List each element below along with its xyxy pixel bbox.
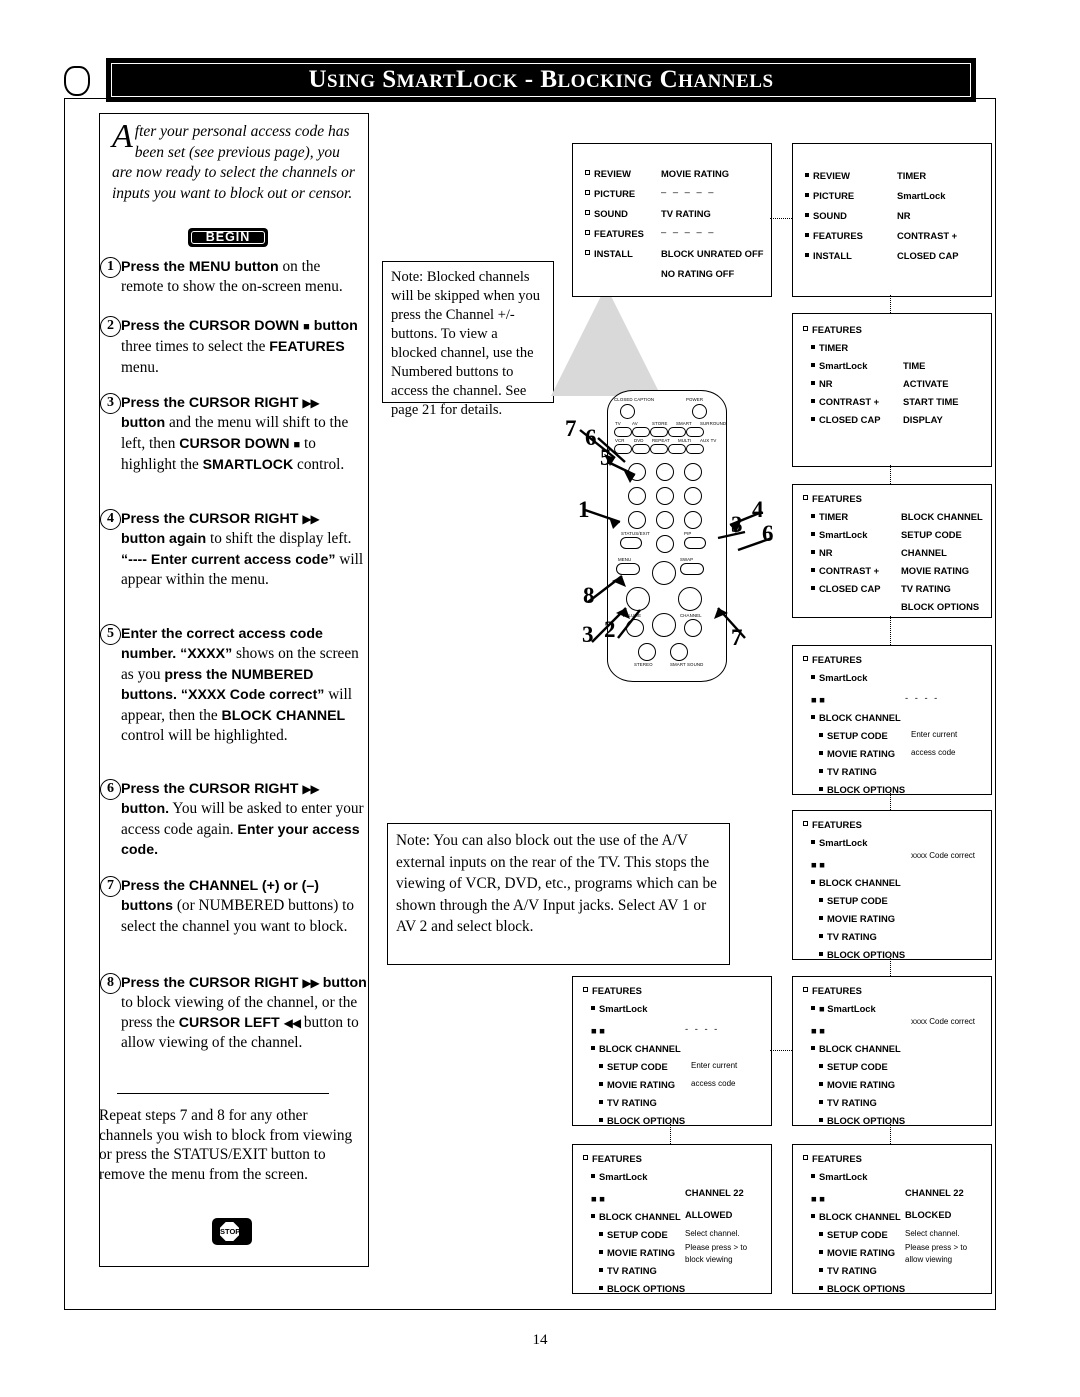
intro-paragraph: After your personal access code has been… [112, 118, 360, 204]
step-number: 6 [100, 779, 121, 800]
connector-8-10 [890, 1124, 891, 1144]
step-3: 3 Press the CURSOR RIGHT ▶▶ button and t… [100, 393, 366, 476]
step-text: Press the CURSOR RIGHT ▶▶ button to bloc… [121, 975, 367, 1052]
closing-paragraph: Repeat steps 7 and 8 for any other chann… [99, 1107, 353, 1183]
note-blocked-channels: Note: Blocked channels will be skipped w… [382, 261, 554, 418]
step-4: 4 Press the CURSOR RIGHT ▶▶ button again… [100, 509, 366, 590]
note-av-inputs: Note: You can also block out the use of … [387, 823, 730, 965]
osd-code-correct-1: FEATURES SmartLock ■ ■ BLOCK CHANNEL SET… [792, 810, 992, 960]
page-header-bar: USING SMARTLOCK - BLOCKING CHANNELS [106, 58, 976, 102]
step-text: Enter the correct access code number. “X… [121, 626, 359, 745]
intro-dropcap: A [112, 118, 133, 155]
begin-badge: BEGIN [188, 228, 268, 247]
step-text: Press the CHANNEL (+) or (–) buttons (or… [121, 878, 355, 935]
stop-badge: STOP [212, 1218, 252, 1245]
osd-enter-code-1: FEATURES SmartLock ■ ■ - - - - BLOCK CHA… [792, 645, 992, 795]
stop-octagon-icon: STOP [220, 1222, 239, 1241]
connector-7-9 [670, 1124, 671, 1144]
step-number: 1 [100, 257, 121, 278]
step-number: 3 [100, 393, 121, 414]
osd-channel-blocked: FEATURES SmartLock ■ ■ BLOCK CHANNEL SET… [792, 1144, 992, 1294]
page-number: 14 [532, 1332, 548, 1348]
connector-6-8 [890, 958, 891, 976]
step-text: Press the CURSOR RIGHT ▶▶ button. You wi… [121, 781, 364, 859]
osd-movie-rating: REVIEW PICTURE SOUND FEATURES INSTALL MO… [572, 143, 772, 297]
step-5: 5 Enter the correct access code number. … [100, 624, 369, 745]
manual-page: USING SMARTLOCK - BLOCKING CHANNELS Afte… [0, 0, 1080, 1397]
connector-2-3 [890, 295, 891, 313]
step-number: 5 [100, 624, 121, 645]
step-2: 2 Press the CURSOR DOWN ■ button three t… [100, 316, 366, 377]
step-text: Press the MENU button on the remote to s… [121, 258, 343, 296]
step-8: 8 Press the CURSOR RIGHT ▶▶ button to bl… [100, 973, 371, 1053]
osd-timer-menu: FEATURES TIMER SmartLock NR CONTRAST + C… [792, 313, 992, 467]
step-number: 7 [100, 876, 121, 897]
connector-5-6 [890, 793, 891, 810]
step-6: 6 Press the CURSOR RIGHT ▶▶ button. You … [100, 779, 369, 861]
corner-mark-icon [64, 66, 90, 96]
osd-enter-code-2: FEATURES SmartLock ■ ■ - - - - BLOCK CHA… [572, 976, 772, 1126]
connector-7-8 [770, 1050, 792, 1051]
page-title: USING SMARTLOCK - BLOCKING CHANNELS [308, 66, 774, 93]
osd-features-menu: REVIEW PICTURE SOUND FEATURES INSTALL TI… [792, 143, 992, 297]
intro-text: fter your personal access code has been … [112, 123, 355, 202]
step-text: Press the CURSOR DOWN ■ button three tim… [121, 318, 358, 376]
step-text: Press the CURSOR RIGHT ▶▶ button again t… [121, 511, 364, 589]
divider-rule [117, 1093, 329, 1094]
step-number: 2 [100, 316, 121, 337]
step-number: 4 [100, 509, 121, 530]
step-1: 1 Press the MENU button on the remote to… [100, 257, 366, 297]
connector-3-4 [890, 465, 891, 484]
step-7: 7 Press the CHANNEL (+) or (–) buttons (… [100, 876, 371, 936]
osd-code-correct-2: FEATURES ■ SmartLock ■ ■ BLOCK CHANNEL S… [792, 976, 992, 1126]
step-number: 8 [100, 973, 121, 994]
connector-4-5 [890, 616, 891, 645]
connector-1-2 [770, 218, 792, 219]
callout-arrows [579, 429, 773, 643]
osd-channel-allowed: FEATURES SmartLock ■ ■ BLOCK CHANNEL SET… [572, 1144, 772, 1294]
step-text: Press the CURSOR RIGHT ▶▶ button and the… [121, 395, 349, 474]
osd-smartlock-menu: FEATURES TIMER SmartLock NR CONTRAST + C… [792, 484, 992, 618]
